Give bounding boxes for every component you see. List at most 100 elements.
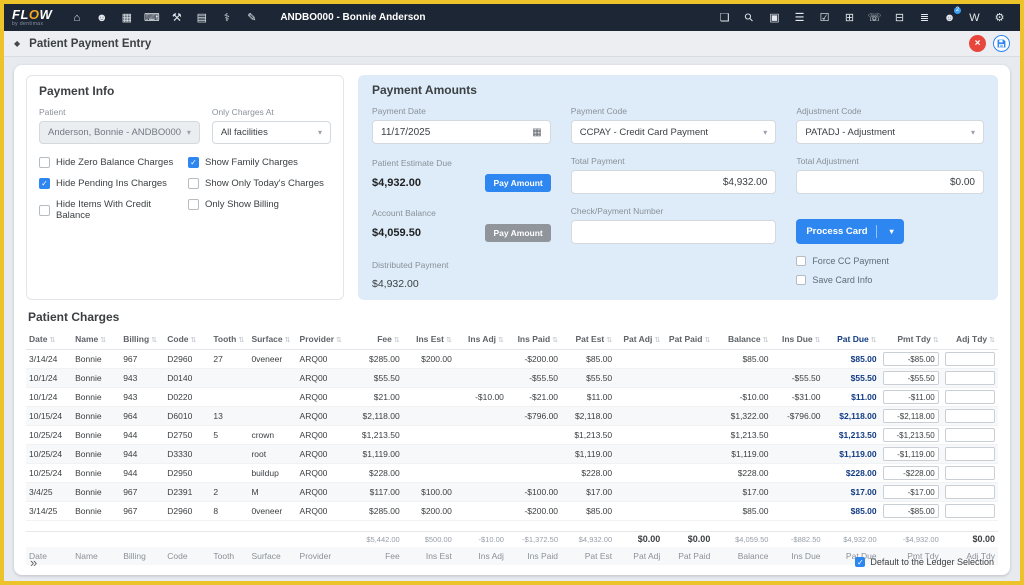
adj_tdy-input[interactable] [945, 485, 995, 499]
adj_tdy-input[interactable] [945, 352, 995, 366]
col-billing[interactable]: Billing⇅ [120, 330, 164, 350]
pay-balance-button[interactable]: Pay Amount [485, 224, 550, 242]
close-button[interactable]: × [969, 35, 986, 52]
inbox-icon[interactable]: ⊟ [887, 7, 912, 29]
cell-pmt_tdy [880, 350, 942, 369]
reports-icon[interactable]: ▤ [189, 7, 214, 29]
support-icon[interactable]: ☏ [862, 7, 887, 29]
schedule-icon[interactable]: ▦ [114, 7, 139, 29]
payment-code-select[interactable]: CCPAY - Credit Card Payment ▾ [571, 120, 777, 144]
search-icon[interactable]: ⚲ [737, 7, 762, 29]
pay-estimate-button[interactable]: Pay Amount [485, 174, 550, 192]
col-ins_adj[interactable]: Ins Adj⇅ [455, 330, 507, 350]
col-pat_adj[interactable]: Pat Adj⇅ [615, 330, 663, 350]
checkbox-hide-items-with-credit-balance[interactable]: Hide Items With Credit Balance [39, 199, 182, 221]
table-row[interactable]: 3/4/25Bonnie967D23912MARQ00$117.00$100.0… [26, 483, 998, 502]
card-payment-icon[interactable]: ▣ [762, 7, 787, 29]
check-number-input[interactable] [571, 220, 777, 244]
expand-panel-icon[interactable]: » [30, 556, 37, 569]
col-pmt_tdy[interactable]: Pmt Tdy⇅ [880, 330, 942, 350]
cell-pmt_tdy [880, 464, 942, 483]
tools-icon[interactable]: ⚒ [164, 7, 189, 29]
pmt_tdy-input[interactable] [883, 409, 939, 423]
pmt_tdy-input[interactable] [883, 428, 939, 442]
col-provider[interactable]: Provider⇅ [297, 330, 345, 350]
adj_tdy-input[interactable] [945, 504, 995, 518]
table-row[interactable]: 10/15/24Bonnie964D601013ARQ00$2,118.00-$… [26, 407, 998, 426]
col-name[interactable]: Name⇅ [72, 330, 120, 350]
pmt_tdy-input[interactable] [883, 371, 939, 385]
col-pat_due[interactable]: Pat Due⇅ [824, 330, 880, 350]
payment-date-input[interactable]: 11/17/2025 ▦ [372, 120, 551, 144]
checkbox-show-only-today-s-charges[interactable]: Show Only Today's Charges [188, 178, 331, 189]
patient-alerts-icon[interactable]: ☻2 [937, 7, 962, 29]
adj_tdy-input[interactable] [945, 466, 995, 480]
total-payment-input[interactable] [571, 170, 777, 194]
col-code[interactable]: Code⇅ [164, 330, 210, 350]
col-pat_paid[interactable]: Pat Paid⇅ [663, 330, 713, 350]
cell-code: D2391 [164, 483, 210, 502]
checkbox-show-family-charges[interactable]: ✓Show Family Charges [188, 157, 331, 168]
checkbox-save-card-info[interactable]: Save Card Info [796, 275, 984, 285]
ledger-icon[interactable]: ✎ [239, 7, 264, 29]
checkbox-hide-pending-ins-charges[interactable]: ✓Hide Pending Ins Charges [39, 178, 182, 189]
adj_tdy-input[interactable] [945, 447, 995, 461]
table-row[interactable]: 3/14/25Bonnie967D296080veneerARQ00$285.0… [26, 502, 998, 521]
save-button[interactable] [993, 35, 1010, 52]
tooth-icon[interactable]: W [962, 7, 987, 29]
calendar-icon[interactable]: ▦ [532, 127, 541, 138]
cell-ins_est [403, 464, 455, 483]
statements-icon[interactable]: ❏ [712, 7, 737, 29]
checkbox-force-cc-payment[interactable]: Force CC Payment [796, 256, 984, 266]
home-icon[interactable]: ⌂ [64, 7, 89, 29]
flow-logo[interactable]: FLOW by dentimax [12, 8, 52, 27]
checkbox-icon [188, 199, 199, 210]
adj_tdy-input[interactable] [945, 390, 995, 404]
pmt_tdy-input[interactable] [883, 485, 939, 499]
cell-ins_paid [507, 464, 561, 483]
table-row[interactable]: 10/25/24Bonnie944D3330rootARQ00$1,119.00… [26, 445, 998, 464]
adj_tdy-input[interactable] [945, 371, 995, 385]
facility-select[interactable]: All facilities ▾ [212, 121, 331, 144]
col-surface[interactable]: Surface⇅ [248, 330, 296, 350]
payments-icon[interactable]: ⌨ [139, 7, 164, 29]
cell-surface: root [248, 445, 296, 464]
checkbox-hide-zero-balance-charges[interactable]: Hide Zero Balance Charges [39, 157, 182, 168]
total-adjustment-input[interactable] [796, 170, 984, 194]
adj_tdy-input[interactable] [945, 409, 995, 423]
table-row[interactable]: 10/25/24Bonnie944D2950buildupARQ00$228.0… [26, 464, 998, 483]
pmt_tdy-input[interactable] [883, 447, 939, 461]
col-adj_tdy[interactable]: Adj Tdy⇅ [942, 330, 998, 350]
patients-icon[interactable]: ☻ [89, 7, 114, 29]
table-row[interactable]: 10/25/24Bonnie944D27505crownARQ00$1,213.… [26, 426, 998, 445]
patient-select[interactable]: Anderson, Bonnie - ANDBO000 ▾ [39, 121, 200, 144]
col-tooth[interactable]: Tooth⇅ [210, 330, 248, 350]
col-ins_due[interactable]: Ins Due⇅ [771, 330, 823, 350]
tasks-icon[interactable]: ☑ [812, 7, 837, 29]
pmt_tdy-input[interactable] [883, 504, 939, 518]
col-fee[interactable]: Fee⇅ [345, 330, 403, 350]
pmt_tdy-input[interactable] [883, 466, 939, 480]
process-card-button[interactable]: Process Card ▾ [796, 219, 903, 244]
table-row[interactable]: 10/1/24Bonnie943D0220ARQ00$21.00-$10.00-… [26, 388, 998, 407]
checkbox-only-show-billing[interactable]: Only Show Billing [188, 199, 331, 210]
adjustment-code-select[interactable]: PATADJ - Adjustment ▾ [796, 120, 984, 144]
ledger-default-checkbox[interactable]: ✓ Default to the Ledger Selection [855, 557, 994, 567]
claims-icon[interactable]: ≣ [912, 7, 937, 29]
cell-date: 10/1/24 [26, 388, 72, 407]
col-ins_est[interactable]: Ins Est⇅ [403, 330, 455, 350]
payment-info-panel: Payment Info Patient Anderson, Bonnie - … [26, 75, 344, 300]
settings-icon[interactable]: ⚙ [987, 7, 1012, 29]
clinical-icon[interactable]: ⚕ [214, 7, 239, 29]
col-ins_paid[interactable]: Ins Paid⇅ [507, 330, 561, 350]
col-pat_est[interactable]: Pat Est⇅ [561, 330, 615, 350]
calculator-icon[interactable]: ⊞ [837, 7, 862, 29]
adj_tdy-input[interactable] [945, 428, 995, 442]
menu-list-icon[interactable]: ☰ [787, 7, 812, 29]
table-row[interactable]: 10/1/24Bonnie943D0140ARQ00$55.50-$55.50$… [26, 369, 998, 388]
table-row[interactable]: 3/14/24Bonnie967D2960270veneerARQ00$285.… [26, 350, 998, 369]
col-balance[interactable]: Balance⇅ [713, 330, 771, 350]
pmt_tdy-input[interactable] [883, 390, 939, 404]
pmt_tdy-input[interactable] [883, 352, 939, 366]
col-date[interactable]: Date⇅ [26, 330, 72, 350]
